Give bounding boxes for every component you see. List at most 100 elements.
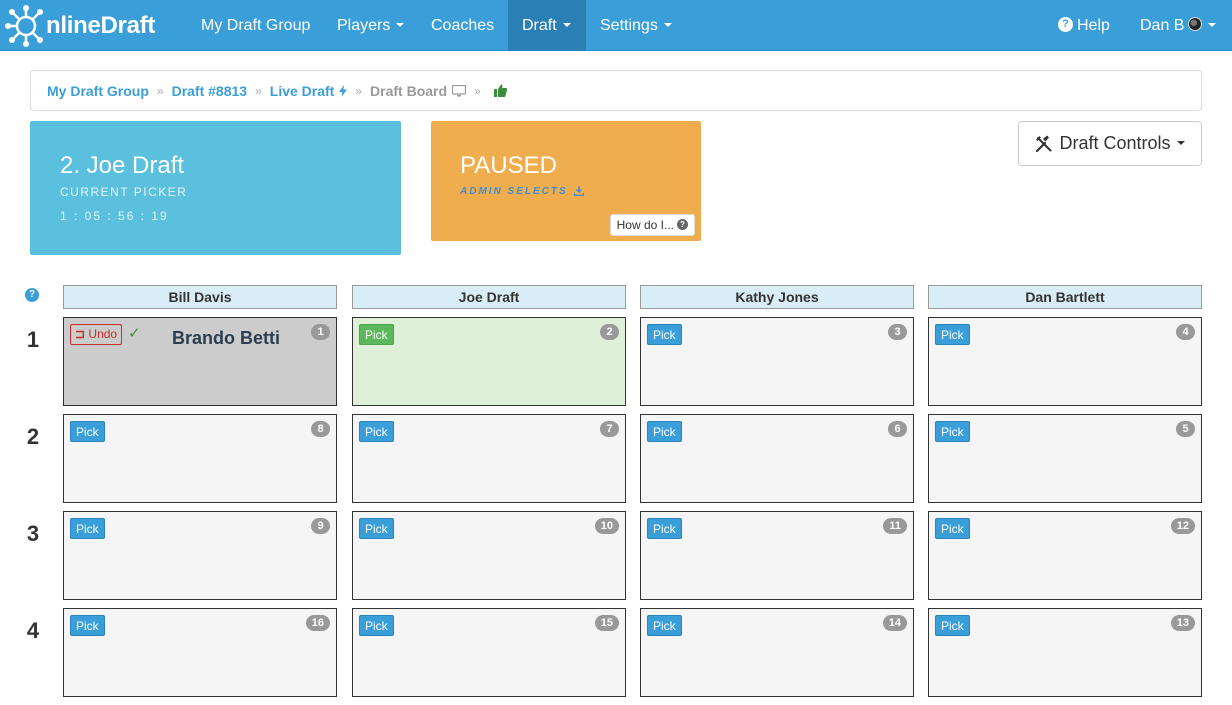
draft-cell: Pick 13 (928, 608, 1202, 697)
pick-button[interactable]: Pick (935, 615, 970, 636)
pick-button[interactable]: Pick (647, 518, 682, 539)
draft-cell: Pick 11 (640, 511, 914, 600)
pick-button[interactable]: Pick (359, 324, 394, 345)
pick-number-badge: 10 (594, 518, 619, 534)
help-label: Help (1077, 17, 1110, 34)
pick-button[interactable]: Pick (647, 421, 682, 442)
pick-button[interactable]: Pick (935, 518, 970, 539)
draft-cell: Pick 14 (640, 608, 914, 697)
pick-button[interactable]: Pick (359, 421, 394, 442)
pick-button[interactable]: Pick (935, 324, 970, 345)
tools-icon (1036, 135, 1052, 152)
lightning-icon (339, 84, 348, 97)
pick-timer: 1 : 05 : 56 : 19 (60, 209, 169, 223)
pick-button[interactable]: Pick (70, 518, 105, 539)
team-header-kathy-jones: Kathy Jones (640, 285, 914, 309)
pick-button[interactable]: Pick (70, 421, 105, 442)
team-header-joe-draft: Joe Draft (352, 285, 626, 309)
caret-down-icon (1176, 140, 1185, 145)
breadcrumb-separator: » (474, 83, 481, 98)
nav-players[interactable]: Players (323, 0, 418, 51)
pick-button[interactable]: Pick (70, 615, 105, 636)
pick-number-badge: 13 (1170, 615, 1195, 631)
draft-cell: ⊐ Undo ✓ Brando Betti 1 (63, 317, 337, 406)
status-subtitle-text: ADMIN SELECTS (460, 186, 568, 197)
nav-label: My Draft Group (201, 17, 311, 34)
question-circle-icon: ? (677, 219, 688, 231)
pick-number-badge: 9 (311, 518, 330, 534)
brand-logo[interactable]: nlineDraft (4, 4, 155, 48)
thumbs-up-icon[interactable] (493, 84, 507, 97)
nav-coaches[interactable]: Coaches (417, 0, 508, 51)
brand-name: nlineDraft (46, 12, 156, 39)
nav-settings[interactable]: Settings (586, 0, 686, 51)
question-circle-icon: ? (1058, 16, 1073, 32)
breadcrumb-draft[interactable]: Draft #8813 (172, 83, 248, 99)
undo-icon: ⊐ (75, 327, 86, 341)
pick-number-badge: 11 (883, 518, 907, 534)
pick-number-badge: 7 (600, 421, 619, 437)
caret-down-icon (1208, 22, 1217, 27)
caret-down-icon (562, 22, 571, 27)
breadcrumb-separator: » (156, 83, 164, 98)
draft-cell: Pick 16 (63, 608, 337, 697)
breadcrumb-live-draft[interactable]: Live Draft (270, 83, 335, 99)
nav-user-menu[interactable]: Dan B (1126, 0, 1230, 51)
draft-cell: Pick 7 (352, 414, 626, 503)
nav-label: Coaches (431, 17, 495, 34)
caret-down-icon (663, 22, 672, 27)
how-do-i-button[interactable]: How do I...? (609, 214, 695, 236)
draft-cell: Pick 8 (63, 414, 337, 503)
pick-number-badge: 8 (311, 421, 330, 437)
breadcrumb-draft-board: Draft Board (370, 82, 448, 99)
pick-button[interactable]: Pick (935, 421, 970, 442)
draft-controls-button[interactable]: Draft Controls (1018, 121, 1202, 166)
round-number: 3 (26, 521, 40, 546)
nav-label: Settings (600, 17, 658, 34)
pick-number-badge: 16 (305, 615, 330, 631)
pick-number-badge: 5 (1176, 421, 1195, 437)
nav-draft[interactable]: Draft (508, 0, 586, 51)
draft-cell: Pick 5 (928, 414, 1202, 503)
nav-label: Draft (522, 17, 557, 34)
network-logo-icon (5, 5, 43, 47)
round-number: 4 (26, 618, 40, 643)
draft-cell: Pick 6 (640, 414, 914, 503)
pick-button[interactable]: Pick (647, 324, 682, 345)
user-name: Dan B (1140, 17, 1185, 34)
pick-number-badge: 1 (311, 324, 330, 340)
draft-cell: Pick 4 (928, 317, 1202, 406)
breadcrumb: My Draft Group » Draft #8813 » Live Draf… (30, 70, 1202, 111)
draft-cell: Pick 3 (640, 317, 914, 406)
breadcrumb-separator: » (255, 83, 262, 98)
pick-number-badge: 4 (1176, 324, 1195, 340)
draft-status-card: PAUSED ADMIN SELECTS How do I...? (431, 121, 701, 241)
pick-button[interactable]: Pick (359, 615, 394, 636)
breadcrumb-my-draft-group[interactable]: My Draft Group (47, 83, 149, 99)
pick-number-badge: 14 (882, 615, 907, 631)
draft-cell: Pick 2 (352, 317, 626, 406)
current-picker-card: 2. Joe Draft CURRENT PICKER 1 : 05 : 56 … (30, 121, 401, 255)
drafted-player-name: Brando Betti (172, 328, 280, 348)
current-picker-label: CURRENT PICKER (60, 185, 188, 199)
how-do-i-label: How do I... (616, 218, 674, 232)
download-tray-icon (574, 186, 585, 197)
pick-button[interactable]: Pick (647, 615, 682, 636)
nav-my-draft-group[interactable]: My Draft Group (187, 0, 324, 51)
current-picker-name: 2. Joe Draft (60, 152, 185, 179)
draft-controls-label: Draft Controls (1059, 133, 1171, 153)
draft-status-title: PAUSED (460, 152, 557, 179)
pick-number-badge: 15 (594, 615, 619, 631)
round-number: 2 (26, 424, 40, 449)
pick-number-badge: 6 (888, 421, 907, 437)
board-help-icon[interactable]: ? (25, 288, 39, 302)
pick-number-badge: 12 (1170, 518, 1195, 534)
undo-button[interactable]: ⊐ Undo (70, 324, 123, 345)
nav-help[interactable]: ? Help (1044, 0, 1124, 51)
pick-number-badge: 3 (888, 324, 907, 340)
team-header-bill-davis: Bill Davis (63, 285, 337, 309)
monitor-icon (452, 84, 467, 96)
top-navbar: nlineDraft My Draft Group Players Coache… (0, 0, 1232, 51)
pick-button[interactable]: Pick (359, 518, 394, 539)
draft-cell: Pick 15 (352, 608, 626, 697)
